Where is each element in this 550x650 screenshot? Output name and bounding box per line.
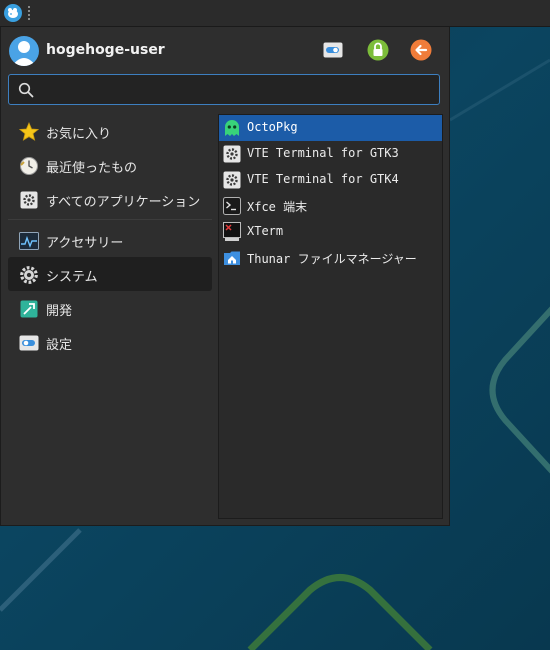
category-label: システム: [46, 270, 98, 285]
menu-header: hogehoge-user: [9, 36, 441, 66]
app-vte-gtk3[interactable]: VTE Terminal for GTK3: [219, 141, 442, 167]
app-label: XTerm: [247, 224, 284, 238]
cog-icon: [19, 265, 39, 285]
application-menu: hogehoge-user お気に入り 最近使ったもの すべてのアプリケーション…: [0, 27, 450, 526]
user-icon: [12, 41, 36, 66]
app-octopkg[interactable]: OctoPkg: [219, 115, 442, 141]
category-label: 開発: [46, 304, 73, 319]
category-label: 最近使ったもの: [46, 161, 138, 176]
star-icon: [19, 122, 39, 142]
category-system[interactable]: システム: [8, 257, 212, 291]
gear-icon: [19, 190, 39, 210]
terminal-icon: [223, 197, 241, 215]
username: hogehoge-user: [46, 42, 165, 58]
application-list: OctoPkg VTE Terminal for GTK3 VTE Termin…: [218, 114, 443, 519]
ghost-icon: [223, 119, 241, 137]
settings-manager-button[interactable]: [322, 39, 344, 61]
xterm-icon: [223, 222, 241, 241]
search-icon: [18, 82, 34, 98]
lock-icon: [367, 39, 389, 61]
category-recent[interactable]: 最近使ったもの: [8, 148, 212, 182]
category-accessories[interactable]: アクセサリー: [8, 223, 212, 257]
settings-icon: [223, 171, 241, 189]
category-label: 設定: [46, 338, 73, 353]
category-list: お気に入り 最近使ったもの すべてのアプリケーション アクセサリー システム 開…: [8, 114, 212, 359]
app-label: VTE Terminal for GTK3: [247, 146, 399, 160]
category-label: すべてのアプリケーション: [46, 195, 201, 210]
hammer-icon: [19, 299, 39, 319]
app-xfce-terminal[interactable]: Xfce 端末: [219, 193, 442, 219]
app-label: VTE Terminal for GTK4: [247, 172, 399, 186]
whisker-menu-button[interactable]: [4, 4, 22, 22]
app-label: Xfce 端末: [247, 200, 308, 214]
app-label: Thunar ファイルマネージャー: [247, 252, 417, 266]
top-panel: [0, 0, 550, 27]
avatar[interactable]: [9, 36, 39, 66]
lock-screen-button[interactable]: [367, 39, 389, 61]
toggle-settings-icon: [323, 42, 343, 58]
category-favorites[interactable]: お気に入り: [8, 114, 212, 148]
app-xterm[interactable]: XTerm: [219, 219, 442, 245]
category-separator: [8, 219, 212, 220]
chart-icon: [19, 231, 39, 251]
arrow-left-icon: [410, 39, 432, 61]
category-development[interactable]: 開発: [8, 291, 212, 325]
xfce-mouse-icon: [8, 8, 18, 18]
clock-icon: [19, 156, 39, 176]
toggle-icon: [19, 333, 39, 353]
log-out-button[interactable]: [410, 39, 432, 61]
category-label: アクセサリー: [46, 236, 124, 251]
app-label: OctoPkg: [247, 120, 298, 134]
folder-home-icon: [223, 249, 241, 267]
category-settings[interactable]: 設定: [8, 325, 212, 359]
app-thunar[interactable]: Thunar ファイルマネージャー: [219, 245, 442, 271]
search-input[interactable]: [41, 79, 435, 102]
app-vte-gtk4[interactable]: VTE Terminal for GTK4: [219, 167, 442, 193]
search-field[interactable]: [8, 74, 440, 105]
settings-icon: [223, 145, 241, 163]
panel-handle[interactable]: [27, 6, 31, 20]
category-label: お気に入り: [46, 127, 112, 142]
category-all-applications[interactable]: すべてのアプリケーション: [8, 182, 212, 216]
